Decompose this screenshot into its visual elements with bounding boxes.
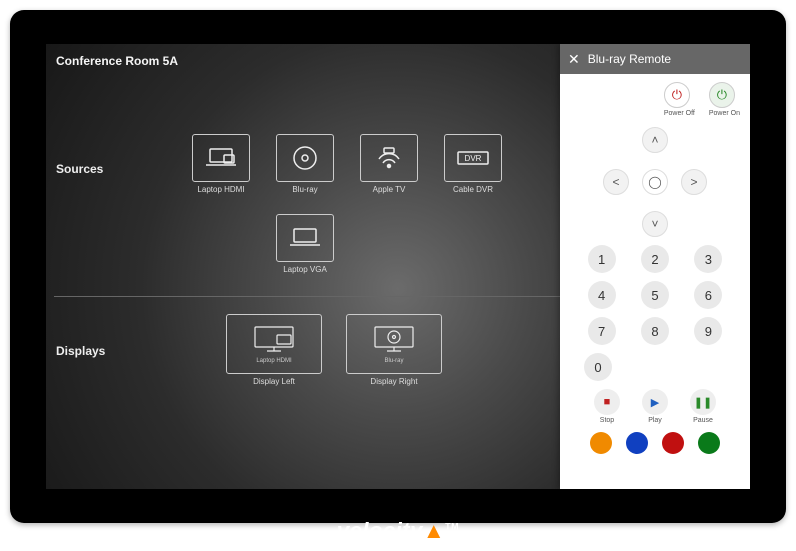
color-button-green[interactable] bbox=[698, 432, 720, 454]
number-pad: 1 2 3 4 5 6 7 8 9 bbox=[584, 245, 726, 345]
sources-heading: Sources bbox=[56, 162, 103, 176]
dpad-ok-button[interactable]: ◯ bbox=[642, 169, 668, 195]
monitor-icon bbox=[249, 324, 299, 356]
stop-button[interactable]: ■ bbox=[594, 389, 620, 415]
display-label: Display Right bbox=[370, 377, 417, 386]
display-left[interactable]: Laptop HDMI Display Left bbox=[226, 314, 322, 386]
monitor-disc-icon bbox=[369, 324, 419, 356]
sources-row-1: Laptop HDMI Blu-ray Apple TV DVR Cable D… bbox=[186, 134, 508, 194]
source-label: Apple TV bbox=[373, 185, 406, 194]
brand-logo: velocity▲TM by Atlona bbox=[10, 518, 786, 551]
dpad: ˄ ˂ ◯ ˃ ˅ bbox=[595, 127, 715, 237]
screen: Conference Room 5A ⊘ Mute All Video Sour… bbox=[46, 44, 750, 489]
disc-icon bbox=[290, 143, 320, 173]
play-button[interactable]: ▶ bbox=[642, 389, 668, 415]
device-frame: Conference Room 5A ⊘ Mute All Video Sour… bbox=[10, 10, 786, 523]
dpad-left-button[interactable]: ˂ bbox=[603, 169, 629, 195]
color-button-red[interactable] bbox=[662, 432, 684, 454]
laptop-icon bbox=[204, 146, 238, 170]
display-label: Display Left bbox=[253, 377, 295, 386]
source-laptop-hdmi[interactable]: Laptop HDMI bbox=[186, 134, 256, 194]
display-right[interactable]: Blu-ray Display Right bbox=[346, 314, 442, 386]
source-label: Blu-ray bbox=[292, 185, 317, 194]
svg-text:DVR: DVR bbox=[465, 154, 482, 163]
power-on-button[interactable]: ⏻ bbox=[709, 82, 735, 108]
numpad-0-button[interactable]: 0 bbox=[584, 353, 612, 381]
close-icon[interactable]: ✕ bbox=[568, 51, 580, 68]
power-on-label: Power On bbox=[709, 110, 740, 117]
transport-row: ■ Stop ▶ Play ❚❚ Pause bbox=[570, 389, 740, 424]
color-buttons-row bbox=[570, 432, 740, 454]
source-laptop-vga[interactable]: Laptop VGA bbox=[270, 214, 340, 274]
play-label: Play bbox=[642, 417, 668, 424]
source-cable-dvr[interactable]: DVR Cable DVR bbox=[438, 134, 508, 194]
wifi-icon bbox=[374, 145, 404, 171]
displays-heading: Displays bbox=[56, 344, 105, 358]
laptop-icon bbox=[288, 226, 322, 250]
dpad-right-button[interactable]: ˃ bbox=[681, 169, 707, 195]
remote-header: ✕ Blu-ray Remote bbox=[560, 44, 750, 74]
numpad-9-button[interactable]: 9 bbox=[694, 317, 722, 345]
pause-label: Pause bbox=[690, 417, 716, 424]
numpad-2-button[interactable]: 2 bbox=[641, 245, 669, 273]
dpad-down-button[interactable]: ˅ bbox=[642, 211, 668, 237]
color-button-orange[interactable] bbox=[590, 432, 612, 454]
displays-row: Laptop HDMI Display Left Blu-ray Display… bbox=[226, 314, 442, 386]
source-appletv[interactable]: Apple TV bbox=[354, 134, 424, 194]
remote-panel: ✕ Blu-ray Remote ⏻ Power Off ⏻ Power On … bbox=[560, 44, 750, 489]
numpad-6-button[interactable]: 6 bbox=[694, 281, 722, 309]
source-bluray[interactable]: Blu-ray bbox=[270, 134, 340, 194]
numpad-5-button[interactable]: 5 bbox=[641, 281, 669, 309]
room-title: Conference Room 5A bbox=[56, 54, 178, 68]
numpad-8-button[interactable]: 8 bbox=[641, 317, 669, 345]
numpad-1-button[interactable]: 1 bbox=[588, 245, 616, 273]
pause-button[interactable]: ❚❚ bbox=[690, 389, 716, 415]
display-source: Blu-ray bbox=[384, 358, 403, 364]
stop-label: Stop bbox=[594, 417, 620, 424]
dpad-up-button[interactable]: ˄ bbox=[642, 127, 668, 153]
power-off-button[interactable]: ⏻ bbox=[664, 82, 690, 108]
flame-icon: ▲ bbox=[423, 518, 445, 543]
sources-row-2: Laptop VGA bbox=[186, 214, 340, 274]
source-label: Cable DVR bbox=[453, 185, 493, 194]
color-button-blue[interactable] bbox=[626, 432, 648, 454]
numpad-3-button[interactable]: 3 bbox=[694, 245, 722, 273]
numpad-7-button[interactable]: 7 bbox=[588, 317, 616, 345]
source-label: Laptop VGA bbox=[283, 265, 327, 274]
numpad-4-button[interactable]: 4 bbox=[588, 281, 616, 309]
power-off-label: Power Off bbox=[664, 110, 695, 117]
display-source: Laptop HDMI bbox=[256, 358, 291, 364]
dvr-icon: DVR bbox=[455, 146, 491, 170]
source-label: Laptop HDMI bbox=[197, 185, 244, 194]
remote-title: Blu-ray Remote bbox=[588, 52, 671, 66]
